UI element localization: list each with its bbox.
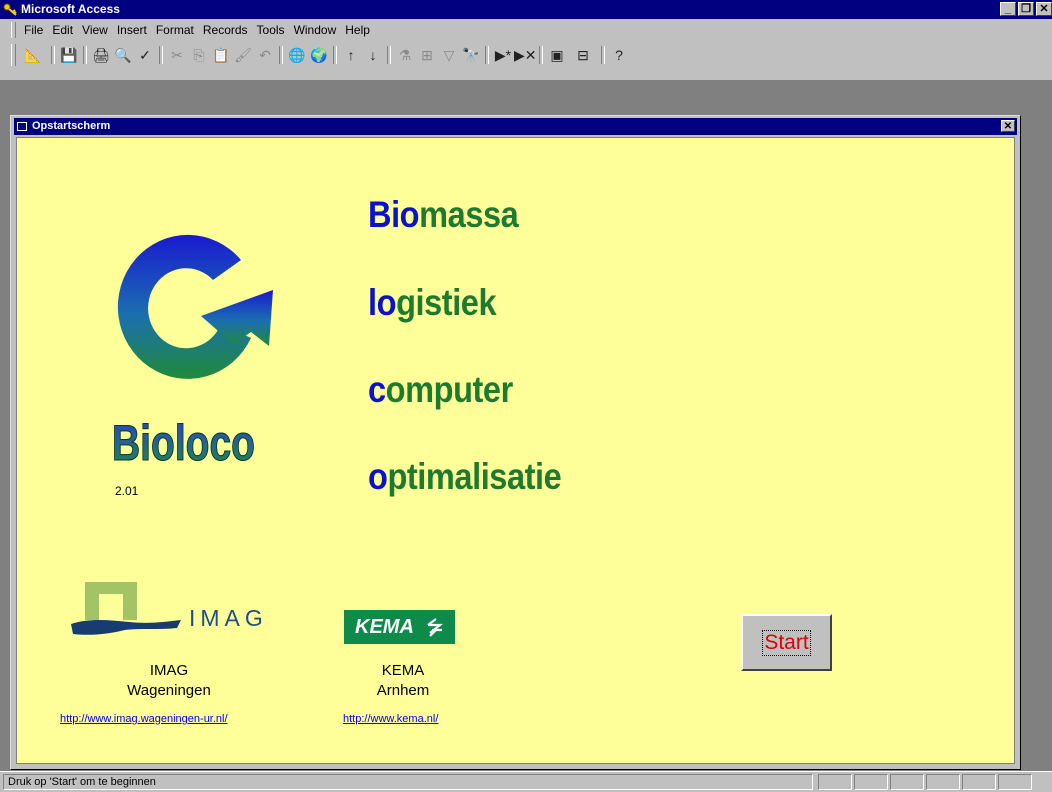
acronym-line-3: computer xyxy=(368,369,513,410)
undo-icon[interactable]: ↶ xyxy=(254,45,276,65)
menu-format[interactable]: Format xyxy=(156,23,194,37)
form-title-bar: Opstartscherm ✕ xyxy=(14,118,1017,135)
status-indicator xyxy=(890,774,924,790)
status-indicator xyxy=(926,774,960,790)
acronym-line-2: logistiek xyxy=(368,282,497,323)
status-indicator xyxy=(962,774,996,790)
toolbar-separator xyxy=(601,46,605,64)
app-title-bar: Microsoft Access _ ❐ ✕ xyxy=(0,0,1052,19)
filter-by-selection-icon[interactable]: ⚗ xyxy=(394,45,416,65)
form-title: Opstartscherm xyxy=(32,120,111,132)
menu-window[interactable]: Window xyxy=(294,23,337,37)
paste-icon[interactable]: 📋 xyxy=(210,45,232,65)
kema-info: KEMA Arnhem xyxy=(353,661,453,701)
find-icon[interactable]: 🔭 xyxy=(460,45,482,65)
status-indicator xyxy=(818,774,852,790)
app-title: Microsoft Access xyxy=(21,2,120,16)
print-preview-icon[interactable]: 🔍 xyxy=(112,45,134,65)
kema-link[interactable]: http://www.kema.nl/ xyxy=(343,713,438,725)
sort-descending-icon[interactable]: ↓ xyxy=(362,45,384,65)
version-number: 2.01 xyxy=(115,484,139,498)
imag-logo-icon xyxy=(71,582,181,635)
toolbar-separator xyxy=(51,46,55,64)
save-icon[interactable]: 💾 xyxy=(58,45,80,65)
access-key-icon xyxy=(3,3,17,16)
acronym-line-4: optimalisatie xyxy=(368,456,562,497)
copy-icon[interactable]: ⎘ xyxy=(188,45,210,65)
status-indicator xyxy=(854,774,888,790)
format-painter-icon[interactable]: 🖌 xyxy=(232,45,254,65)
menu-bar: File Edit View Insert Format Records Tools Wind… xyxy=(0,19,1052,41)
status-bar: Druk op 'Start' om te beginnen xyxy=(0,771,1052,792)
kema-logo: KEMA xyxy=(344,610,455,644)
bioloco-logo-icon xyxy=(117,234,273,379)
menu-grip xyxy=(11,22,16,38)
design-view-icon[interactable]: 📐 xyxy=(18,45,48,65)
delete-record-icon[interactable]: ▶✕ xyxy=(514,45,537,65)
kema-logo-text: KEMA xyxy=(355,616,414,638)
web-toolbar-icon[interactable]: 🌍 xyxy=(308,45,330,65)
toolbar-separator xyxy=(279,46,283,64)
imag-name: IMAG xyxy=(149,662,189,679)
toolbar-separator xyxy=(333,46,337,64)
close-button[interactable]: ✕ xyxy=(1036,2,1052,16)
menu-edit[interactable]: Edit xyxy=(52,23,73,37)
kema-city: Arnhem xyxy=(376,682,430,699)
new-record-icon[interactable]: ▶* xyxy=(492,45,514,65)
start-button-label: Start xyxy=(762,629,811,656)
acronym-line-1: Biomassa xyxy=(368,194,519,235)
status-indicator xyxy=(998,774,1032,790)
insert-hyperlink-icon[interactable]: 🌐 xyxy=(286,45,308,65)
startup-form-window: Opstartscherm ✕ Bioloco 2.01 Biomassa lo… xyxy=(10,115,1021,770)
toolbar-separator xyxy=(387,46,391,64)
toolbar: 📐 💾 🖨 🔍 ✓ ✂ ⎘ 📋 🖌 ↶ 🌐 🌍 ↑ ↓ ⚗ ⊞ ▽ 🔭 ▶* ▶✕ ▣ ⊟? xyxy=(0,41,1052,81)
toolbar-separator xyxy=(539,46,543,64)
minimize-button[interactable]: _ xyxy=(1000,2,1016,16)
apply-filter-icon[interactable]: ▽ xyxy=(438,45,460,65)
database-window-icon[interactable]: ▣ xyxy=(546,45,568,65)
menu-records[interactable]: Records xyxy=(203,23,248,37)
menu-view[interactable]: View xyxy=(82,23,108,37)
toolbar-separator xyxy=(159,46,163,64)
start-button[interactable]: Start xyxy=(741,614,832,671)
form-close-button[interactable]: ✕ xyxy=(1001,120,1015,132)
imag-link[interactable]: http://www.imag.wageningen-ur.nl/ xyxy=(60,713,228,725)
restore-button[interactable]: ❐ xyxy=(1018,2,1034,16)
kema-lightning-icon xyxy=(427,618,444,637)
imag-info: IMAG Wageningen xyxy=(119,661,219,701)
filter-by-form-icon[interactable]: ⊞ xyxy=(416,45,438,65)
toolbar-separator xyxy=(83,46,87,64)
kema-name: KEMA xyxy=(381,662,425,679)
form-icon xyxy=(17,122,27,131)
app-name: Bioloco xyxy=(112,415,256,472)
status-text: Druk op 'Start' om te beginnen xyxy=(3,774,813,790)
menu-help[interactable]: Help xyxy=(345,23,370,37)
menu-file[interactable]: File xyxy=(24,23,43,37)
sort-ascending-icon[interactable]: ↑ xyxy=(340,45,362,65)
spelling-icon[interactable]: ✓ xyxy=(134,45,156,65)
imag-logo-text: IMAG xyxy=(189,605,268,631)
imag-city: Wageningen xyxy=(127,682,211,699)
form-content: Bioloco 2.01 Biomassa logistiek computer… xyxy=(16,137,1015,764)
menu-insert[interactable]: Insert xyxy=(117,23,147,37)
print-icon[interactable]: 🖨 xyxy=(90,45,112,65)
new-object-icon[interactable]: ⊟ xyxy=(568,45,598,65)
help-icon[interactable]: ? xyxy=(608,45,630,65)
menu-tools[interactable]: Tools xyxy=(257,23,285,37)
cut-icon[interactable]: ✂ xyxy=(166,45,188,65)
toolbar-grip xyxy=(11,44,16,66)
toolbar-separator xyxy=(485,46,489,64)
